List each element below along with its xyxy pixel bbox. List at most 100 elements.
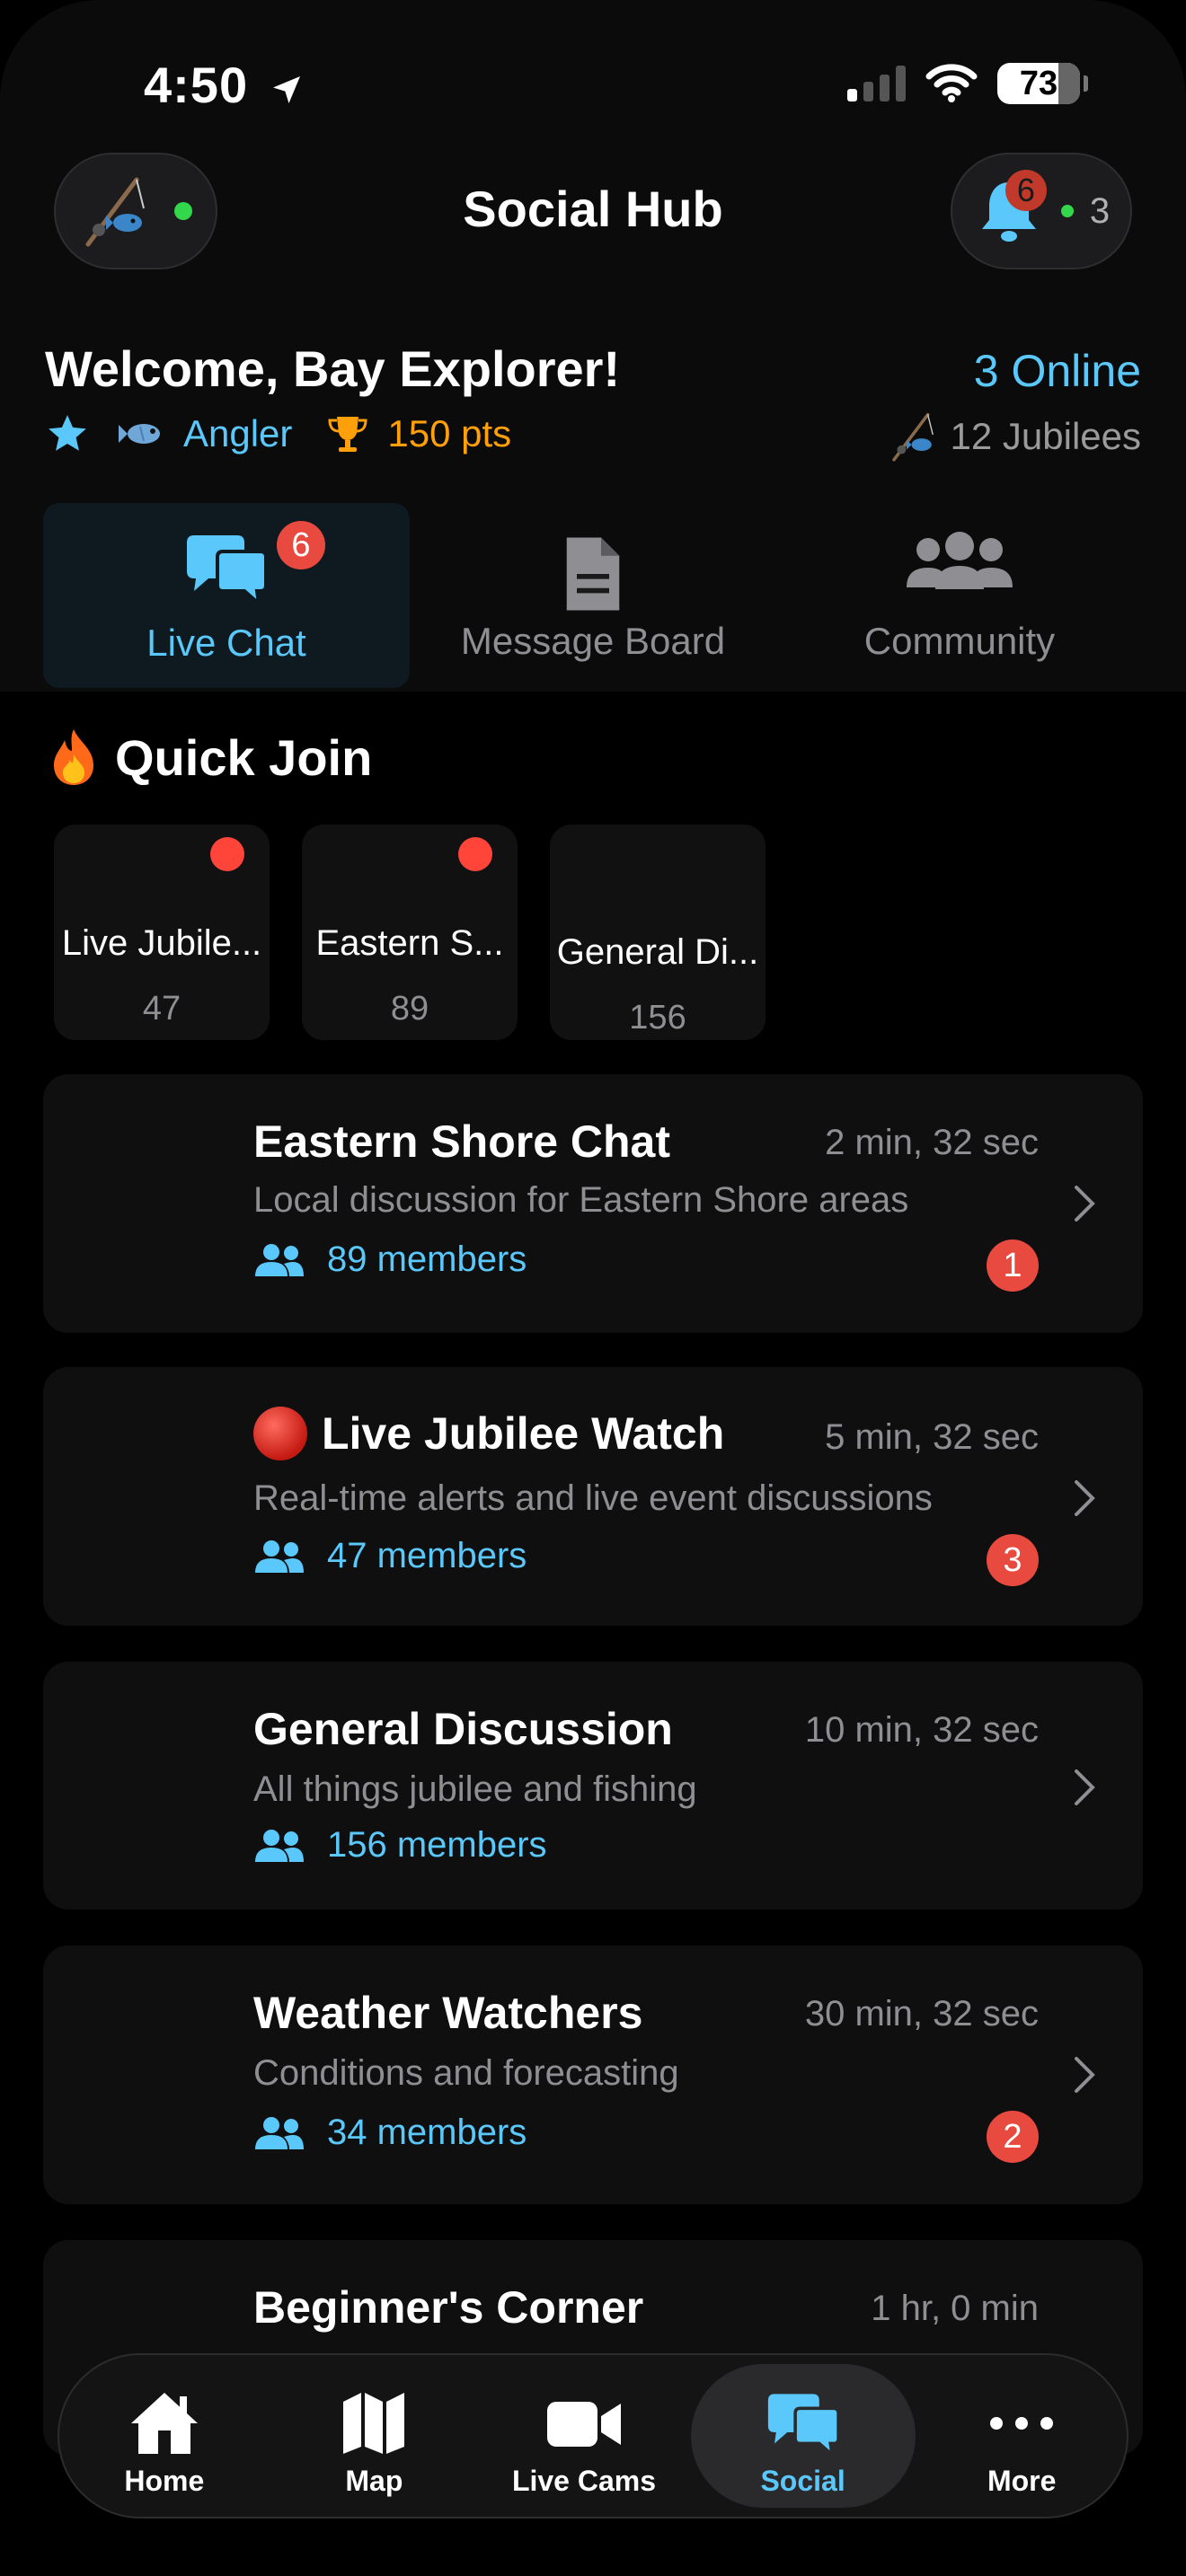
chevron-right-icon [1075, 2057, 1095, 2093]
live-indicator-dot [458, 837, 492, 871]
room-members: 89 members [253, 1239, 527, 1280]
quick-join-card[interactable]: Live Jubile... 47 [54, 825, 270, 1040]
quick-join-count: 156 [629, 999, 686, 1037]
app-screen: 4:50 73 Social Hub 6 3 Welcome, Bay Expl… [0, 0, 1186, 2576]
chevron-right-icon [1075, 1186, 1095, 1222]
room-name: Eastern Shore Chat [253, 1116, 671, 1167]
bell-icon: 6 [973, 170, 1047, 247]
points-label: 150 pts [387, 412, 512, 454]
video-camera-icon [481, 2389, 687, 2461]
tab-label: Live Chat [146, 622, 306, 664]
nav-home[interactable]: Home [61, 2364, 268, 2508]
section-tabs: 6 Live Chat Message Board Community [43, 503, 1143, 688]
document-icon [410, 530, 776, 620]
battery-icon: 73 [997, 63, 1088, 104]
status-time: 4:50 [144, 56, 305, 114]
location-arrow-icon [272, 76, 300, 103]
nav-social[interactable]: Social [690, 2364, 916, 2508]
nav-label: Live Cams [511, 2465, 657, 2497]
tab-live-chat[interactable]: 6 Live Chat [43, 503, 410, 688]
map-icon [270, 2389, 477, 2461]
room-name: Live Jubilee Watch [253, 1407, 724, 1460]
tab-message-board[interactable]: Message Board [410, 503, 776, 688]
nav-label: Social [760, 2465, 845, 2497]
chevron-right-icon [1075, 1769, 1095, 1805]
quick-join-card[interactable]: General Di... 156 [550, 825, 766, 1040]
quick-join-count: 89 [390, 990, 429, 1028]
nav-label: Home [124, 2465, 205, 2497]
room-name: Beginner's Corner [253, 2282, 644, 2333]
more-dots-icon [918, 2389, 1125, 2461]
online-indicator-dot [1060, 205, 1074, 217]
quick-join-heading: Quick Join [49, 728, 372, 787]
nav-label: More [987, 2465, 1057, 2497]
wifi-icon [925, 64, 978, 102]
live-indicator-icon [253, 1407, 307, 1460]
fishing-rod-icon [891, 412, 934, 462]
room-name: Weather Watchers [253, 1988, 643, 2038]
room-last-active: 30 min, 32 sec [804, 1994, 1039, 2033]
unread-badge: 1 [987, 1239, 1039, 1292]
chat-room-item[interactable]: General Discussion 10 min, 32 sec All th… [43, 1662, 1143, 1910]
room-name-label: Live Jubilee Watch [322, 1408, 725, 1459]
tab-label: Community [863, 620, 1056, 662]
chat-bubbles-icon [43, 530, 410, 620]
quick-join-name: General Di... [556, 932, 759, 972]
room-members: 156 members [253, 1825, 547, 1866]
members-count: 47 members [327, 1536, 527, 1575]
online-users-link[interactable]: 3 Online [974, 345, 1141, 397]
members-count: 156 members [327, 1825, 547, 1865]
status-indicators: 73 [847, 63, 1088, 104]
online-count: 3 [1089, 190, 1111, 231]
quick-join-name: Live Jubile... [61, 923, 262, 963]
quick-join-name: Eastern S... [315, 923, 504, 963]
nav-label: Map [345, 2465, 403, 2497]
members-count: 89 members [327, 1239, 527, 1279]
quick-join-list: Live Jubile... 47 Eastern S... 89 Genera… [54, 825, 766, 1040]
room-members: 47 members [253, 1536, 527, 1576]
welcome-heading: Welcome, Bay Explorer! [45, 340, 621, 397]
members-icon [255, 1829, 304, 1862]
cellular-signal-icon [847, 66, 906, 101]
rank-label: Angler [183, 412, 293, 454]
nav-map[interactable]: Map [270, 2364, 477, 2508]
chat-room-item[interactable]: Weather Watchers 30 min, 32 sec Conditio… [43, 1945, 1143, 2204]
chat-bubbles-icon [691, 2389, 916, 2461]
notifications-button[interactable]: 6 3 [951, 153, 1132, 269]
room-last-active: 5 min, 32 sec [825, 1417, 1039, 1457]
users-group-icon [776, 530, 1143, 620]
room-description: All things jubilee and fishing [253, 1769, 697, 1809]
user-stats: Angler 150 pts [45, 411, 511, 456]
room-description: Conditions and forecasting [253, 2053, 679, 2093]
room-name: General Discussion [253, 1704, 673, 1754]
chevron-right-icon [1075, 1480, 1095, 1516]
home-icon [61, 2389, 268, 2461]
nav-more[interactable]: More [918, 2364, 1125, 2508]
nav-live-cams[interactable]: Live Cams [481, 2364, 687, 2508]
live-chat-badge: 6 [277, 521, 325, 569]
room-members: 34 members [253, 2113, 527, 2153]
room-last-active: 2 min, 32 sec [825, 1123, 1039, 1162]
quick-join-count: 47 [142, 990, 181, 1028]
notification-badge: 6 [1005, 170, 1047, 211]
members-icon [255, 1243, 304, 1276]
unread-badge: 2 [987, 2111, 1039, 2163]
jubilee-count: 12 Jubilees [888, 410, 1141, 463]
tab-community[interactable]: Community [776, 503, 1143, 688]
chat-room-item[interactable]: Eastern Shore Chat 2 min, 32 sec Local d… [43, 1074, 1143, 1333]
tab-label: Message Board [460, 620, 726, 662]
room-last-active: 1 hr, 0 min [871, 2289, 1039, 2328]
members-icon [255, 1539, 304, 1573]
members-count: 34 members [327, 2113, 527, 2152]
fish-icon [119, 424, 160, 444]
trophy-icon [328, 417, 367, 452]
jubilee-count-label: 12 Jubilees [950, 415, 1141, 457]
members-icon [255, 2116, 304, 2149]
quick-join-title: Quick Join [115, 728, 373, 786]
quick-join-card[interactable]: Eastern S... 89 [302, 825, 518, 1040]
room-description: Local discussion for Eastern Shore areas [253, 1180, 909, 1220]
fire-icon [54, 729, 93, 785]
star-icon [49, 415, 86, 451]
bottom-navigation: Home Map Live Cams Social More [58, 2353, 1128, 2519]
chat-room-item[interactable]: Live Jubilee Watch 5 min, 32 sec Real-ti… [43, 1367, 1143, 1626]
